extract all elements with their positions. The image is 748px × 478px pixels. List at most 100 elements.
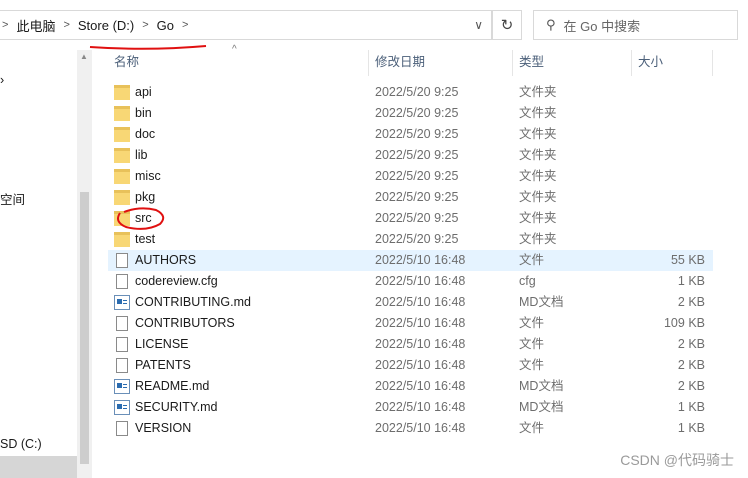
file-date: 2022/5/20 9:25 — [375, 127, 459, 141]
search-icon: ⚲ — [546, 17, 556, 32]
file-row[interactable]: lib 2022/5/20 9:25 文件夹 — [108, 145, 713, 166]
scrollbar-thumb[interactable] — [80, 192, 89, 464]
file-name: VERSION — [135, 421, 192, 435]
breadcrumb-this-pc[interactable]: 此电脑 — [10, 16, 61, 35]
column-date[interactable]: 修改日期 — [369, 50, 512, 76]
file-size: 1 KB — [677, 274, 705, 288]
scroll-up-icon[interactable]: ▲ — [80, 52, 88, 61]
file-size: 55 KB — [670, 253, 705, 267]
file-type: 文件 — [519, 253, 545, 267]
file-row[interactable]: src 2022/5/20 9:25 文件夹 — [108, 208, 713, 229]
file-type: 文件夹 — [519, 232, 557, 246]
file-type: MD文档 — [519, 295, 564, 309]
file-icon — [116, 337, 128, 352]
file-name: misc — [135, 169, 161, 183]
file-icon — [116, 253, 128, 268]
folder-icon — [114, 169, 130, 184]
file-name: bin — [135, 106, 152, 120]
file-name: SECURITY.md — [135, 400, 218, 414]
file-date: 2022/5/20 9:25 — [375, 169, 459, 183]
column-name[interactable]: 名称 — [108, 50, 368, 76]
file-date: 2022/5/20 9:25 — [375, 190, 459, 204]
file-row[interactable]: bin 2022/5/20 9:25 文件夹 — [108, 103, 713, 124]
file-type: 文件夹 — [519, 190, 557, 204]
chevron-right-icon[interactable]: > — [0, 19, 10, 31]
search-box[interactable]: ⚲ 在 Go 中搜索 — [533, 10, 738, 40]
file-row[interactable]: SECURITY.md 2022/5/10 16:48 MD文档 1 KB — [108, 397, 713, 418]
refresh-icon: ↻ — [500, 17, 514, 34]
column-divider[interactable] — [712, 50, 713, 76]
markdown-file-icon — [114, 400, 130, 415]
file-date: 2022/5/10 16:48 — [375, 400, 466, 414]
nav-item-drive-c[interactable]: SD (C:) — [0, 437, 42, 451]
file-row[interactable]: api 2022/5/20 9:25 文件夹 — [108, 82, 713, 103]
file-size: 2 KB — [677, 337, 705, 351]
file-date: 2022/5/20 9:25 — [375, 85, 459, 99]
file-name: LICENSE — [135, 337, 189, 351]
chevron-right-icon[interactable]: > — [180, 19, 190, 31]
file-icon — [116, 421, 128, 436]
file-date: 2022/5/10 16:48 — [375, 295, 466, 309]
nav-scrollbar[interactable]: ▲ — [77, 50, 92, 478]
file-row[interactable]: misc 2022/5/20 9:25 文件夹 — [108, 166, 713, 187]
file-name: doc — [135, 127, 156, 141]
file-type: cfg — [519, 274, 536, 288]
search-input[interactable]: 在 Go 中搜索 — [564, 16, 641, 35]
nav-item-pin[interactable]: › — [0, 73, 4, 87]
file-type: 文件 — [519, 421, 545, 435]
file-name: CONTRIBUTING.md — [135, 295, 251, 309]
file-row[interactable]: LICENSE 2022/5/10 16:48 文件 2 KB — [108, 334, 713, 355]
file-type: 文件 — [519, 358, 545, 372]
file-type: 文件 — [519, 337, 545, 351]
file-size: 2 KB — [677, 358, 705, 372]
file-date: 2022/5/10 16:48 — [375, 253, 466, 267]
file-date: 2022/5/10 16:48 — [375, 274, 466, 288]
breadcrumb-store-d[interactable]: Store (D:) — [72, 18, 140, 33]
watermark: CSDN @代码骑士 — [620, 452, 734, 468]
file-name: api — [135, 85, 152, 99]
file-size: 1 KB — [677, 421, 705, 435]
file-name: test — [135, 232, 156, 246]
file-row[interactable]: CONTRIBUTORS 2022/5/10 16:48 文件 109 KB — [108, 313, 713, 334]
file-date: 2022/5/20 9:25 — [375, 148, 459, 162]
file-type: 文件夹 — [519, 211, 557, 225]
file-name: codereview.cfg — [135, 274, 218, 288]
file-type: MD文档 — [519, 400, 564, 414]
refresh-button[interactable]: ↻ — [492, 10, 522, 40]
file-row[interactable]: codereview.cfg 2022/5/10 16:48 cfg 1 KB — [108, 271, 713, 292]
column-size[interactable]: 大小 — [632, 50, 712, 76]
file-type: 文件夹 — [519, 169, 557, 183]
file-size: 109 KB — [663, 316, 705, 330]
file-icon — [116, 358, 128, 373]
file-size: 2 KB — [677, 379, 705, 393]
column-type[interactable]: 类型 — [513, 50, 631, 76]
breadcrumb-go[interactable]: Go — [151, 18, 180, 33]
file-row[interactable]: AUTHORS 2022/5/10 16:48 文件 55 KB — [108, 250, 713, 271]
file-row[interactable]: CONTRIBUTING.md 2022/5/10 16:48 MD文档 2 KB — [108, 292, 713, 313]
folder-icon — [114, 85, 130, 100]
chevron-right-icon[interactable]: > — [140, 19, 150, 31]
nav-item-space[interactable]: 空间 — [0, 189, 25, 208]
file-row[interactable]: doc 2022/5/20 9:25 文件夹 — [108, 124, 713, 145]
file-date: 2022/5/20 9:25 — [375, 232, 459, 246]
markdown-file-icon — [114, 295, 130, 310]
file-row[interactable]: pkg 2022/5/20 9:25 文件夹 — [108, 187, 713, 208]
chevron-right-icon[interactable]: > — [61, 19, 71, 31]
file-row[interactable]: test 2022/5/20 9:25 文件夹 — [108, 229, 713, 250]
file-date: 2022/5/10 16:48 — [375, 379, 466, 393]
file-date: 2022/5/10 16:48 — [375, 316, 466, 330]
address-bar[interactable]: > 此电脑 > Store (D:) > Go > ∨ — [0, 10, 492, 40]
file-row[interactable]: README.md 2022/5/10 16:48 MD文档 2 KB — [108, 376, 713, 397]
folder-icon — [114, 148, 130, 163]
file-icon — [116, 274, 128, 289]
file-row[interactable]: PATENTS 2022/5/10 16:48 文件 2 KB — [108, 355, 713, 376]
file-date: 2022/5/10 16:48 — [375, 337, 466, 351]
file-list: api 2022/5/20 9:25 文件夹 bin 2022/5/20 9:25 文件夹… — [108, 82, 713, 439]
nav-selected-bg — [0, 456, 77, 478]
file-date: 2022/5/20 9:25 — [375, 211, 459, 225]
file-size: 1 KB — [677, 400, 705, 414]
file-row[interactable]: VERSION 2022/5/10 16:48 文件 1 KB — [108, 418, 713, 439]
folder-icon — [114, 127, 130, 142]
file-type: MD文档 — [519, 379, 564, 393]
chevron-down-icon[interactable]: ∨ — [474, 18, 483, 32]
